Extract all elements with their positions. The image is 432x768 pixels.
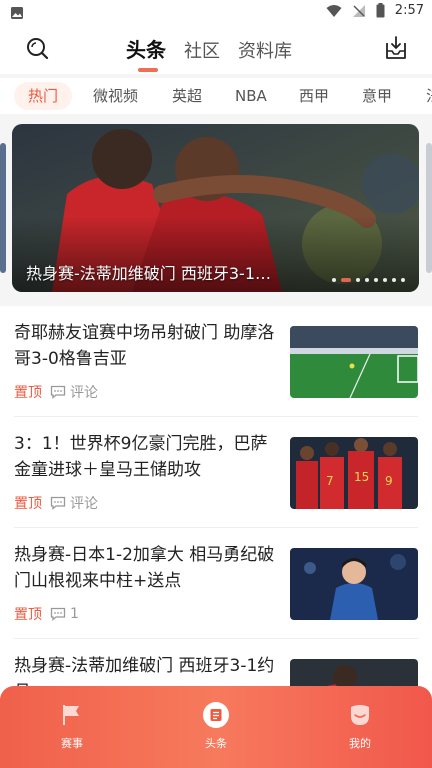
tab-label: 我的 xyxy=(349,737,371,750)
channel-nba[interactable]: NBA xyxy=(221,82,281,110)
carousel-caption: 热身赛-法蒂加维破门 西班牙3-1… xyxy=(26,264,271,283)
tab-headlines[interactable]: 头条 xyxy=(126,34,166,72)
channel-ligue-1[interactable]: 法 xyxy=(412,82,432,110)
tab-label: 头条 xyxy=(205,737,227,750)
news-item[interactable]: 热身赛-日本1-2加拿大 相马勇纪破门山根视来中柱+送点 置顶 1 xyxy=(14,528,418,639)
channel-bar: 热门 微视频 英超 NBA 西甲 意甲 法 xyxy=(0,78,432,114)
news-feed: 奇耶赫友谊赛中场吊射破门 助摩洛哥3-0格鲁吉亚 置顶 评论 3：1！世界杯9亿… xyxy=(0,306,432,750)
search-icon[interactable] xyxy=(24,35,50,61)
news-item[interactable]: 3：1！世界杯9亿豪门完胜，巴萨金童进球＋皇马王储助攻 置顶 评论 7 15 9 xyxy=(14,417,418,528)
svg-text:9: 9 xyxy=(385,474,393,488)
top-header: 头条 社区 资料库 xyxy=(0,24,432,74)
news-thumbnail xyxy=(290,326,418,398)
wifi-icon xyxy=(326,4,342,17)
comment-count: 1 xyxy=(70,606,79,622)
tab-profile[interactable]: 我的 xyxy=(330,702,390,751)
news-title: 热身赛-日本1-2加拿大 相马勇纪破门山根视来中柱+送点 xyxy=(14,545,275,591)
tab-database[interactable]: 资料库 xyxy=(238,37,292,63)
tab-label: 赛事 xyxy=(61,737,83,750)
tab-community[interactable]: 社区 xyxy=(184,37,220,63)
profile-icon xyxy=(351,705,369,725)
carousel-dot-active xyxy=(341,278,351,282)
channel-hot[interactable]: 热门 xyxy=(14,82,73,110)
channel-premier-league[interactable]: 英超 xyxy=(158,82,216,110)
carousel-dot xyxy=(356,278,360,282)
comment-icon xyxy=(50,385,66,399)
news-title: 3：1！世界杯9亿豪门完胜，巴萨金童进球＋皇马王储助攻 xyxy=(14,434,268,480)
comment-icon xyxy=(50,607,66,621)
news-thumbnail xyxy=(290,548,418,620)
carousel-dot xyxy=(365,278,369,282)
inbox-download-icon[interactable] xyxy=(384,35,408,61)
news-thumbnail: 7 15 9 xyxy=(290,437,418,509)
headline-carousel[interactable]: 热身赛-法蒂加维破门 西班牙3-1… xyxy=(12,124,419,292)
clock: 2:57 xyxy=(394,3,424,18)
bottom-tab-bar: 赛事 头条 我的 xyxy=(0,686,432,768)
carousel-indicator xyxy=(332,278,405,282)
comment-icon xyxy=(50,496,66,510)
comment-count: 评论 xyxy=(70,385,98,401)
carousel-dot xyxy=(392,278,396,282)
flag-icon xyxy=(63,705,79,725)
top-tabs: 头条 社区 资料库 xyxy=(126,34,292,72)
carousel-dot xyxy=(332,278,336,282)
tab-matches[interactable]: 赛事 xyxy=(42,702,102,751)
status-bar: 2:57 xyxy=(0,0,432,24)
carousel-prev-peek[interactable] xyxy=(0,143,6,273)
news-item[interactable]: 奇耶赫友谊赛中场吊射破门 助摩洛哥3-0格鲁吉亚 置顶 评论 xyxy=(14,306,418,417)
pinned-tag: 置顶 xyxy=(14,385,42,401)
channel-la-liga[interactable]: 西甲 xyxy=(285,82,343,110)
comment-count: 评论 xyxy=(70,496,98,512)
channel-micro-video[interactable]: 微视频 xyxy=(79,82,152,110)
news-title: 奇耶赫友谊赛中场吊射破门 助摩洛哥3-0格鲁吉亚 xyxy=(14,323,275,369)
no-signal-icon xyxy=(352,4,365,17)
carousel-dot xyxy=(383,278,387,282)
carousel-dot xyxy=(401,278,405,282)
pinned-tag: 置顶 xyxy=(14,607,42,623)
news-icon xyxy=(203,702,229,728)
pinned-tag: 置顶 xyxy=(14,496,42,512)
svg-text:7: 7 xyxy=(326,474,334,488)
gallery-notification-icon xyxy=(10,5,24,24)
battery-icon xyxy=(376,3,385,18)
channel-serie-a[interactable]: 意甲 xyxy=(348,82,406,110)
carousel-dot xyxy=(374,278,378,282)
svg-text:15: 15 xyxy=(354,470,369,484)
tab-headlines-bottom[interactable]: 头条 xyxy=(186,702,246,751)
carousel-next-peek[interactable] xyxy=(426,143,432,273)
